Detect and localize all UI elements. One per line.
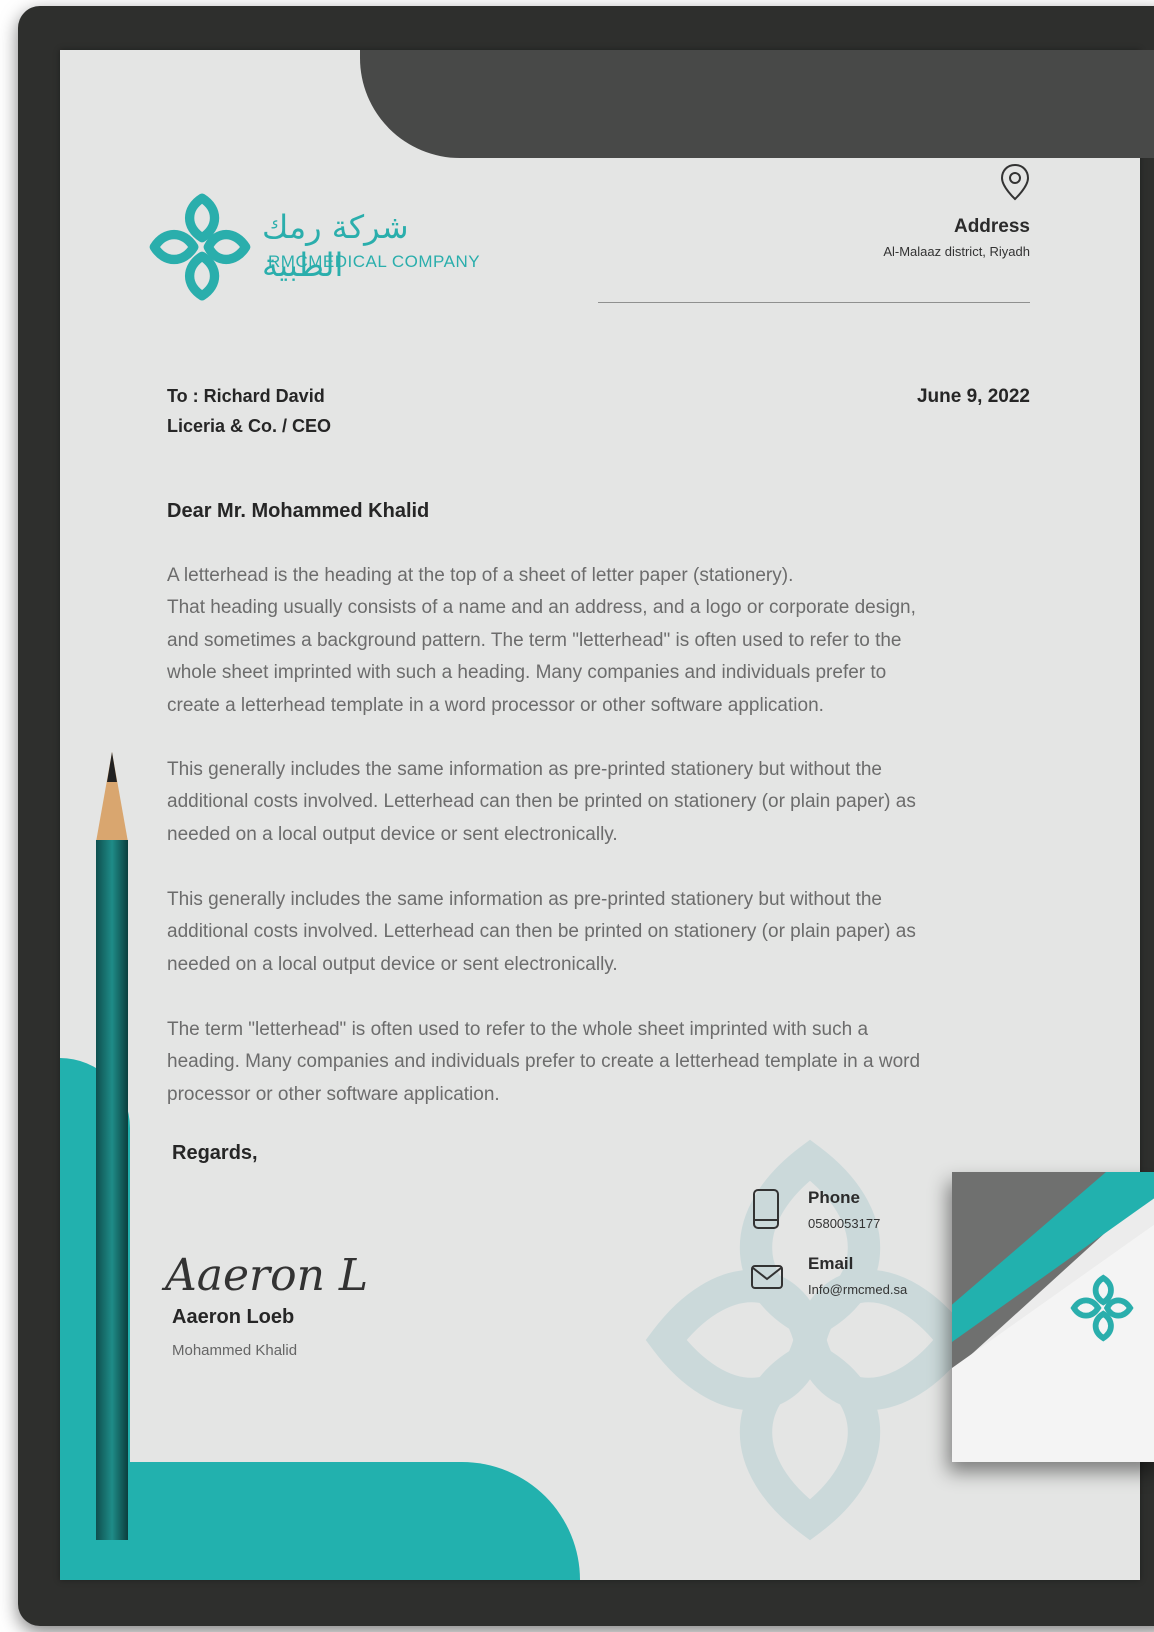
pencil-icon [96,752,128,1540]
svg-text:Aaeron L: Aaeron L [161,1250,368,1301]
body-paragraph-1: A letterhead is the heading at the top o… [167,565,916,716]
location-pin-icon [1000,163,1030,201]
card-logo-icon [1070,1274,1134,1342]
recipient-name: To : Richard David [167,386,325,406]
business-card [952,1172,1154,1462]
address-title: Address [953,216,1030,237]
recipient-company: Liceria & Co. / CEO [167,416,332,436]
company-name-english: RMCMEDICAL COMPANY [268,252,481,271]
bottom-accent-curve [60,1462,580,1580]
top-corner-shape [360,50,1154,158]
email-value: Info@rmcmed.sa [808,1282,908,1297]
address-value: Al-Malaaz district, Riyadh [883,244,1030,259]
logo-watermark [645,1139,975,1541]
body-paragraph-3: This generally includes the same informa… [167,889,916,975]
phone-value: 0580053177 [808,1216,881,1231]
phone-label: Phone [808,1188,860,1207]
company-name-arabic: شركة رمك الطبية [262,208,409,284]
signer-title: Mohammed Khalid [172,1342,298,1359]
email-label: Email [808,1254,854,1273]
company-logo-icon [149,193,251,301]
body-paragraph-4: The term "letterhead" is often used to r… [167,1019,921,1105]
signature: Aaeron L [161,1250,368,1301]
letter-date: June 9, 2022 [916,386,1030,407]
envelope-icon [751,1265,783,1289]
body-paragraph-2: This generally includes the same informa… [167,759,916,845]
salutation: Dear Mr. Mohammed Khalid [167,500,430,522]
header-divider [598,302,1030,303]
signer-name: Aaeron Loeb [172,1306,295,1328]
closing-regards: Regards, [172,1142,258,1164]
phone-icon [753,1189,779,1229]
